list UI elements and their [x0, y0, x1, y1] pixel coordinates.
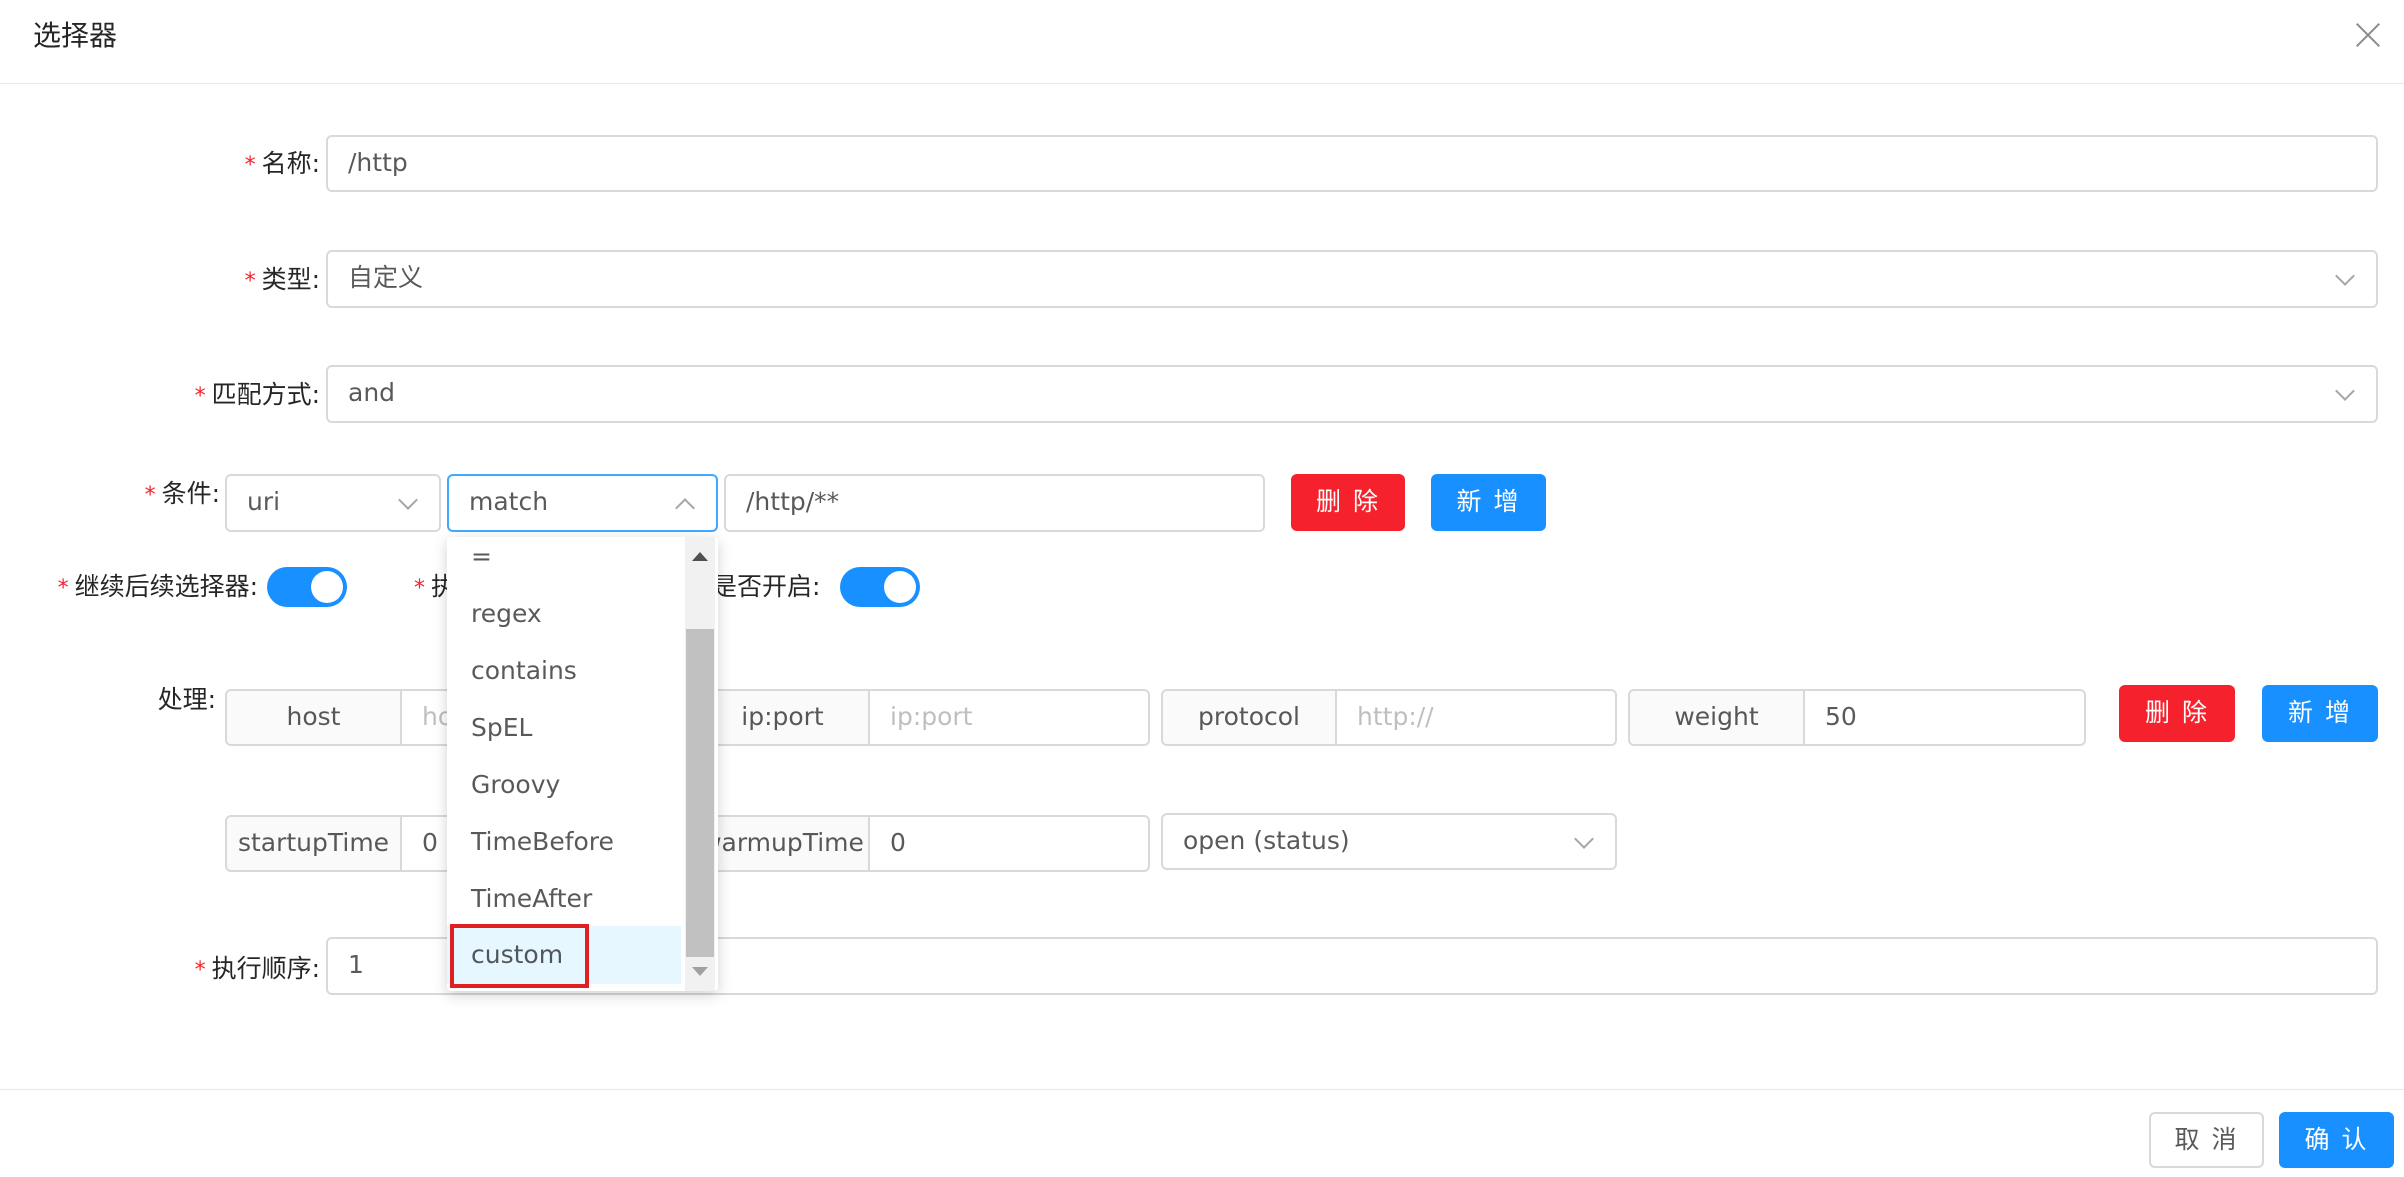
condition-operator-select[interactable]: match [447, 474, 718, 532]
name-value: /http [348, 148, 408, 177]
enabled-label: 是否开启: [712, 572, 821, 601]
highlight-box [450, 924, 589, 988]
warmup-time-input[interactable]: 0 [870, 815, 1150, 872]
ip-port-addon: ip:port [695, 689, 870, 746]
operator-dropdown: = regex contains SpEL Groovy TimeBefore … [447, 537, 718, 991]
condition-delete-button[interactable]: 删 除 [1291, 474, 1405, 531]
dropdown-scrollbar[interactable] [685, 537, 715, 991]
type-label: * 类型: [244, 265, 320, 294]
cancel-button[interactable]: 取 消 [2149, 1112, 2264, 1168]
condition-add-button[interactable]: 新 增 [1431, 474, 1546, 531]
match-mode-value: and [348, 378, 396, 407]
type-value: 自定义 [348, 263, 424, 292]
sort-label: * 执行顺序: [194, 954, 320, 983]
handle-label: 处理: [157, 685, 216, 714]
match-mode-label: * 匹配方式: [194, 380, 320, 409]
match-mode-select[interactable]: and [326, 365, 2378, 423]
handle-add-button[interactable]: 新 增 [2262, 685, 2378, 742]
scroll-thumb[interactable] [686, 629, 714, 957]
chevron-down-icon [398, 490, 418, 510]
weight-addon: weight [1628, 689, 1805, 746]
operator-option[interactable]: SpEL [447, 699, 681, 756]
continued-label: * 继续后续选择器: [57, 572, 258, 601]
handle-delete-button[interactable]: 删 除 [2119, 685, 2235, 742]
condition-value-input[interactable]: /http/** [724, 474, 1265, 532]
operator-option[interactable]: regex [447, 585, 681, 642]
ip-port-input[interactable]: ip:port [870, 689, 1150, 746]
condition-value: /http/** [746, 487, 840, 516]
startup-time-addon: startupTime [225, 815, 402, 872]
param-type-value: uri [247, 487, 281, 516]
weight-input[interactable]: 50 [1805, 689, 2086, 746]
operator-option[interactable]: TimeBefore [447, 813, 681, 870]
name-label: * 名称: [244, 149, 320, 178]
operator-value: match [469, 487, 549, 516]
enabled-switch[interactable] [840, 567, 920, 607]
modal-title: 选择器 [33, 19, 118, 52]
operator-option[interactable]: Groovy [447, 756, 681, 813]
confirm-button[interactable]: 确 认 [2279, 1112, 2394, 1168]
operator-option[interactable]: = [447, 537, 681, 581]
protocol-addon: protocol [1161, 689, 1337, 746]
status-select[interactable]: open (status) [1161, 813, 1617, 870]
type-select[interactable]: 自定义 [326, 250, 2378, 308]
scroll-up-arrow-icon[interactable] [692, 552, 708, 561]
condition-label: * 条件: [144, 479, 220, 508]
warmup-time-addon: warmupTime [695, 815, 870, 872]
condition-param-type-select[interactable]: uri [225, 474, 441, 532]
header-divider [0, 83, 2404, 84]
close-icon[interactable] [2355, 22, 2381, 48]
continued-switch[interactable] [267, 567, 347, 607]
switch-knob [311, 571, 343, 603]
chevron-up-icon [675, 498, 695, 518]
operator-option[interactable]: TimeAfter [447, 870, 681, 927]
host-addon: host [225, 689, 402, 746]
name-input[interactable]: /http [326, 135, 2378, 192]
operator-option[interactable]: contains [447, 642, 681, 699]
chevron-down-icon [1574, 829, 1594, 849]
footer-divider [0, 1089, 2404, 1090]
protocol-input[interactable]: http:// [1337, 689, 1617, 746]
chevron-down-icon [2335, 266, 2355, 286]
scroll-down-arrow-icon[interactable] [692, 967, 708, 976]
chevron-down-icon [2335, 381, 2355, 401]
switch-knob [884, 571, 916, 603]
